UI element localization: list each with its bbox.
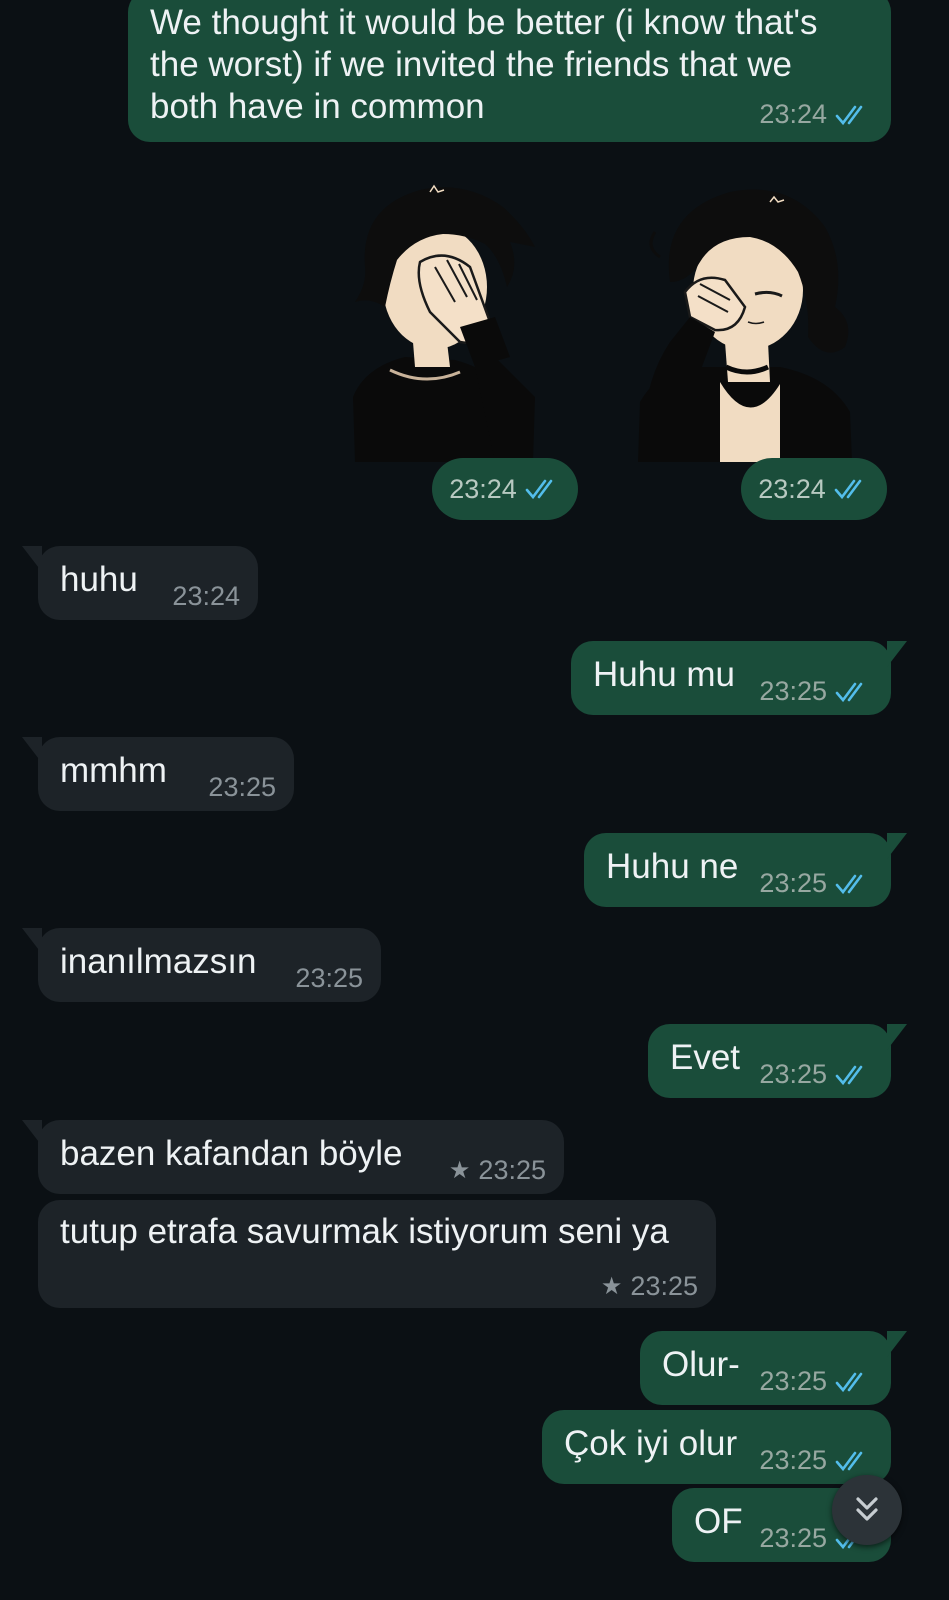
double-check-icon (834, 479, 862, 500)
chevron-double-down-icon (856, 1497, 878, 1521)
message-time: 23:25 (759, 868, 827, 898)
message-meta: 23:25 (759, 676, 871, 707)
message-time: 23:25 (759, 1366, 827, 1396)
double-check-icon (835, 874, 863, 894)
double-check-icon (835, 1451, 863, 1471)
boy-facepalm-sticker[interactable] (335, 172, 545, 462)
message-text: Çok iyi olur (564, 1424, 738, 1463)
message-bubble-outgoing[interactable]: We thought it would be better (i know th… (128, 0, 891, 142)
message-meta: 23:24 (759, 99, 871, 130)
message-text: Huhu ne (606, 847, 739, 886)
message-bubble-outgoing[interactable]: Olur- 23:25 (640, 1331, 907, 1405)
message-text: We thought it would be better (i know th… (150, 3, 818, 126)
message-text: tutup etrafa savurmak istiyorum seni ya (60, 1212, 669, 1251)
message-meta: 23:24 (172, 581, 240, 612)
message-bubble-outgoing[interactable]: Çok iyi olur 23:25 (542, 1410, 891, 1484)
double-check-icon (835, 1065, 863, 1085)
message-meta: 23:25 (208, 772, 276, 803)
message-bubble-incoming[interactable]: tutup etrafa savurmak istiyorum seni ya … (38, 1200, 716, 1308)
star-icon: ★ (600, 1273, 623, 1300)
message-text: inanılmazsın (60, 942, 257, 981)
girl-facepalm-sticker[interactable] (630, 172, 860, 462)
message-bubble-incoming[interactable]: mmhm 23:25 (22, 737, 294, 811)
message-text: huhu (60, 560, 138, 599)
message-text: Olur- (662, 1345, 740, 1384)
message-bubble-outgoing[interactable]: Huhu mu 23:25 (571, 641, 907, 715)
message-time: 23:24 (449, 473, 517, 504)
message-meta: 23:25 (759, 1059, 871, 1090)
message-bubble-incoming[interactable]: bazen kafandan böyle ★ 23:25 (22, 1120, 564, 1194)
message-meta: ★ 23:25 (449, 1155, 546, 1186)
message-time: 23:25 (759, 1523, 827, 1553)
double-check-icon (835, 682, 863, 702)
double-check-icon (525, 479, 553, 500)
message-time: 23:25 (759, 1059, 827, 1089)
message-text: mmhm (60, 751, 167, 790)
message-meta: 23:25 (759, 1366, 871, 1397)
message-bubble-incoming[interactable]: inanılmazsın 23:25 (22, 928, 381, 1002)
message-time: 23:24 (172, 581, 240, 611)
double-check-icon (835, 105, 863, 125)
message-time: 23:25 (759, 1445, 827, 1475)
message-meta: 23:25 (759, 868, 871, 899)
message-time: 23:25 (295, 963, 363, 993)
message-time: 23:25 (208, 772, 276, 802)
message-time: 23:25 (630, 1271, 698, 1301)
message-text: Huhu mu (593, 655, 736, 694)
sticker-time-pill: 23:24 (741, 458, 887, 520)
star-icon: ★ (448, 1157, 471, 1184)
message-meta: 23:25 (295, 963, 363, 994)
message-time: 23:25 (478, 1155, 546, 1185)
message-time: 23:24 (759, 99, 827, 129)
double-check-icon (835, 1372, 863, 1392)
message-time: 23:24 (758, 473, 826, 504)
message-meta: 23:25 (759, 1445, 871, 1476)
message-text: OF (694, 1502, 743, 1541)
message-bubble-incoming[interactable]: huhu 23:24 (22, 546, 258, 620)
sticker-time-pill: 23:24 (432, 458, 578, 520)
message-meta: ★ 23:25 (601, 1271, 698, 1302)
scroll-to-bottom-button[interactable] (832, 1475, 902, 1545)
message-bubble-outgoing[interactable]: Huhu ne 23:25 (584, 833, 907, 907)
message-text: bazen kafandan böyle (60, 1134, 403, 1173)
message-bubble-outgoing[interactable]: Evet 23:25 (648, 1024, 907, 1098)
message-text: Evet (670, 1038, 741, 1077)
message-time: 23:25 (759, 676, 827, 706)
chat-view: We thought it would be better (i know th… (0, 0, 949, 1600)
